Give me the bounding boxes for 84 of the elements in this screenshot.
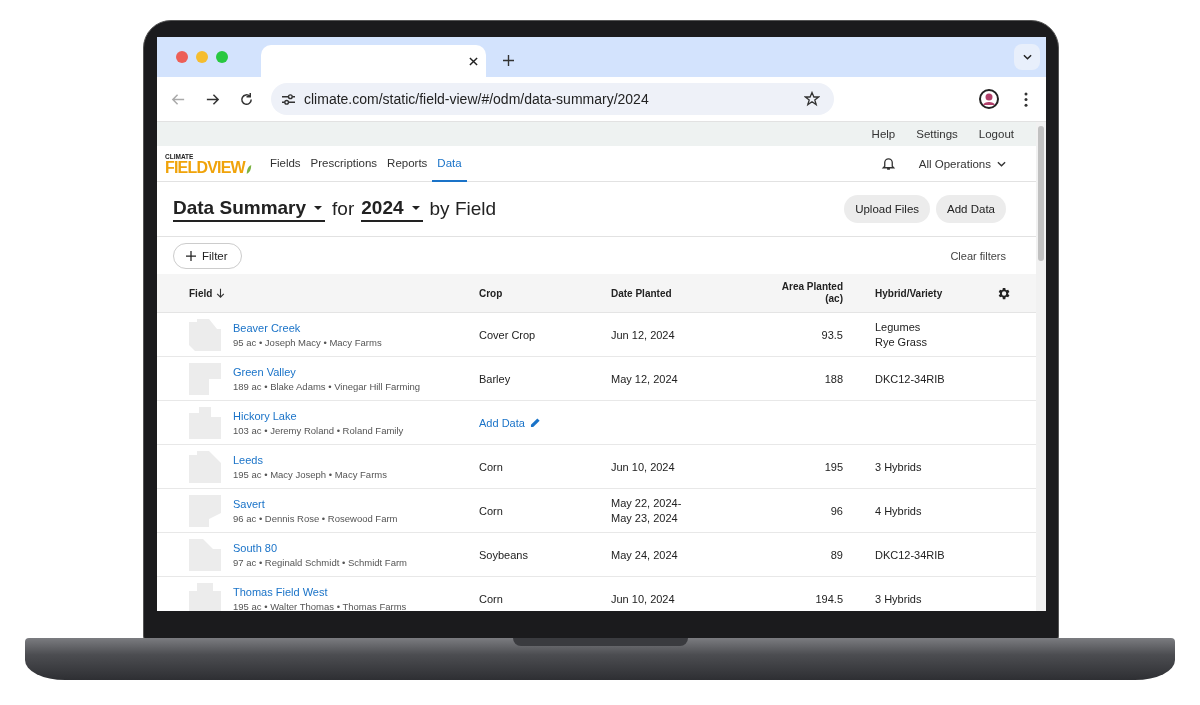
table-cell: 96	[830, 504, 843, 517]
top-link[interactable]: Logout	[978, 128, 1014, 140]
field-details: 195 ac • Walter Thomas • Thomas Farms	[233, 600, 407, 611]
operations-dropdown[interactable]: All Operations	[918, 146, 1006, 181]
field-shape-icon	[189, 582, 221, 611]
caret-icon[interactable]	[997, 160, 1006, 167]
table-cell: Rye Grass	[875, 336, 927, 348]
title-text: for	[332, 198, 355, 220]
table-cell: 194.5	[815, 592, 843, 605]
bookmark-star-icon[interactable]	[804, 91, 820, 107]
table-cell: Soybeans	[479, 548, 528, 561]
table-cell: DKC12-34RIB	[875, 372, 945, 385]
field-name-link[interactable]: Green Valley	[233, 365, 421, 378]
new-tab-icon[interactable]	[503, 55, 514, 66]
caret-icon[interactable]	[1022, 54, 1032, 60]
field-details: 195 ac • Macy Joseph • Macy Farms	[233, 468, 387, 480]
table-cell: 89	[830, 548, 843, 561]
table-cell: Legumes	[875, 321, 921, 333]
field-name-link[interactable]: Hickory Lake	[233, 409, 404, 422]
table-cell: 3 Hybrids	[875, 460, 922, 473]
table-cell: Jun 12, 2024	[611, 328, 675, 341]
table-cell: Corn	[479, 460, 503, 473]
clear-filters-link[interactable]: Clear filters	[950, 249, 1006, 262]
column-header[interactable]: Area Planted (ac)	[779, 281, 843, 305]
nav-tab[interactable]: Prescriptions	[305, 146, 383, 182]
close-window-icon[interactable]	[176, 51, 188, 63]
sort-arrow-icon[interactable]	[216, 288, 226, 298]
add-data-link[interactable]: Add Data	[479, 416, 541, 429]
field-details: 97 ac • Reginald Schmidt • Schmidt Farm	[233, 556, 408, 568]
title-text: by Field	[429, 198, 497, 220]
table-cell: Jun 10, 2024	[611, 460, 675, 473]
field-name-link[interactable]: Leeds	[233, 453, 387, 466]
table-cell: May 24, 2024	[611, 548, 678, 561]
field-details: 95 ac • Joseph Macy • Macy Farms	[233, 336, 382, 348]
action-button[interactable]: Add Data	[936, 195, 1006, 223]
site-settings-icon[interactable]	[281, 92, 296, 106]
caret-icon[interactable]	[314, 205, 323, 210]
table-cell: DKC12-34RIB	[875, 548, 945, 561]
column-header[interactable]: Date Planted	[611, 287, 672, 299]
scrollbar[interactable]	[1036, 122, 1046, 611]
field-name-link[interactable]: Savert	[233, 497, 398, 510]
table-cell: 93.5	[821, 328, 843, 341]
action-button[interactable]: Upload Files	[844, 195, 931, 223]
report-dropdown[interactable]: Data Summary	[173, 196, 326, 222]
column-header[interactable]: Crop	[479, 287, 503, 299]
top-link[interactable]: Help	[871, 128, 896, 140]
table-cell: May 23, 2024	[611, 512, 678, 524]
column-header[interactable]: Field	[189, 287, 213, 299]
table-cell: May 12, 2024	[611, 372, 678, 385]
field-name-link[interactable]: Thomas Field West	[233, 585, 407, 598]
field-name-link[interactable]: Beaver Creek	[233, 321, 382, 334]
table-cell: May 22, 2024-	[611, 497, 682, 509]
table-cell: Cover Crop	[479, 328, 536, 341]
close-icon[interactable]	[469, 56, 478, 66]
menu-icon[interactable]	[1024, 91, 1028, 107]
avatar-icon[interactable]	[979, 89, 999, 109]
field-details: 103 ac • Jeremy Roland • Roland Family	[233, 424, 404, 436]
table-cell: 195	[824, 460, 843, 473]
field-details: 96 ac • Dennis Rose • Rosewood Farm	[233, 512, 398, 524]
table-cell: Barley	[479, 372, 511, 385]
field-name-link[interactable]: South 80	[233, 541, 408, 554]
pencil-icon[interactable]	[529, 417, 541, 428]
year-dropdown[interactable]: 2024	[361, 196, 423, 222]
top-link[interactable]: Settings	[916, 128, 958, 140]
caret-icon[interactable]	[411, 205, 420, 210]
table-cell: Corn	[479, 504, 503, 517]
table-cell: 4 Hybrids	[875, 504, 922, 517]
column-header[interactable]: Hybrid/Variety	[875, 287, 943, 299]
nav-tab[interactable]: Data	[432, 146, 467, 182]
url-text[interactable]: climate.com/static/field-view/#/odm/data-summary/2024	[304, 91, 804, 107]
table-cell: 188	[824, 372, 843, 385]
table-cell: Corn	[479, 592, 503, 605]
settings-icon[interactable]	[996, 285, 1011, 301]
table-cell: Jun 10, 2024	[611, 592, 675, 605]
table-cell: 3 Hybrids	[875, 592, 922, 605]
notification-bell-icon[interactable]	[880, 156, 896, 171]
filter-button[interactable]: Filter	[173, 242, 242, 269]
scrollbar-thumb[interactable]	[1038, 126, 1044, 261]
address-bar[interactable]: climate.com/static/field-view/#/odm/data-summary/2024	[271, 83, 834, 115]
nav-tab[interactable]: Reports	[382, 146, 433, 182]
field-details: 189 ac • Blake Adams • Vinegar Hill Farming	[233, 380, 421, 392]
reload-icon[interactable]	[239, 91, 254, 107]
plus-icon[interactable]	[186, 250, 196, 261]
nav-tab[interactable]: Fields	[264, 146, 306, 182]
